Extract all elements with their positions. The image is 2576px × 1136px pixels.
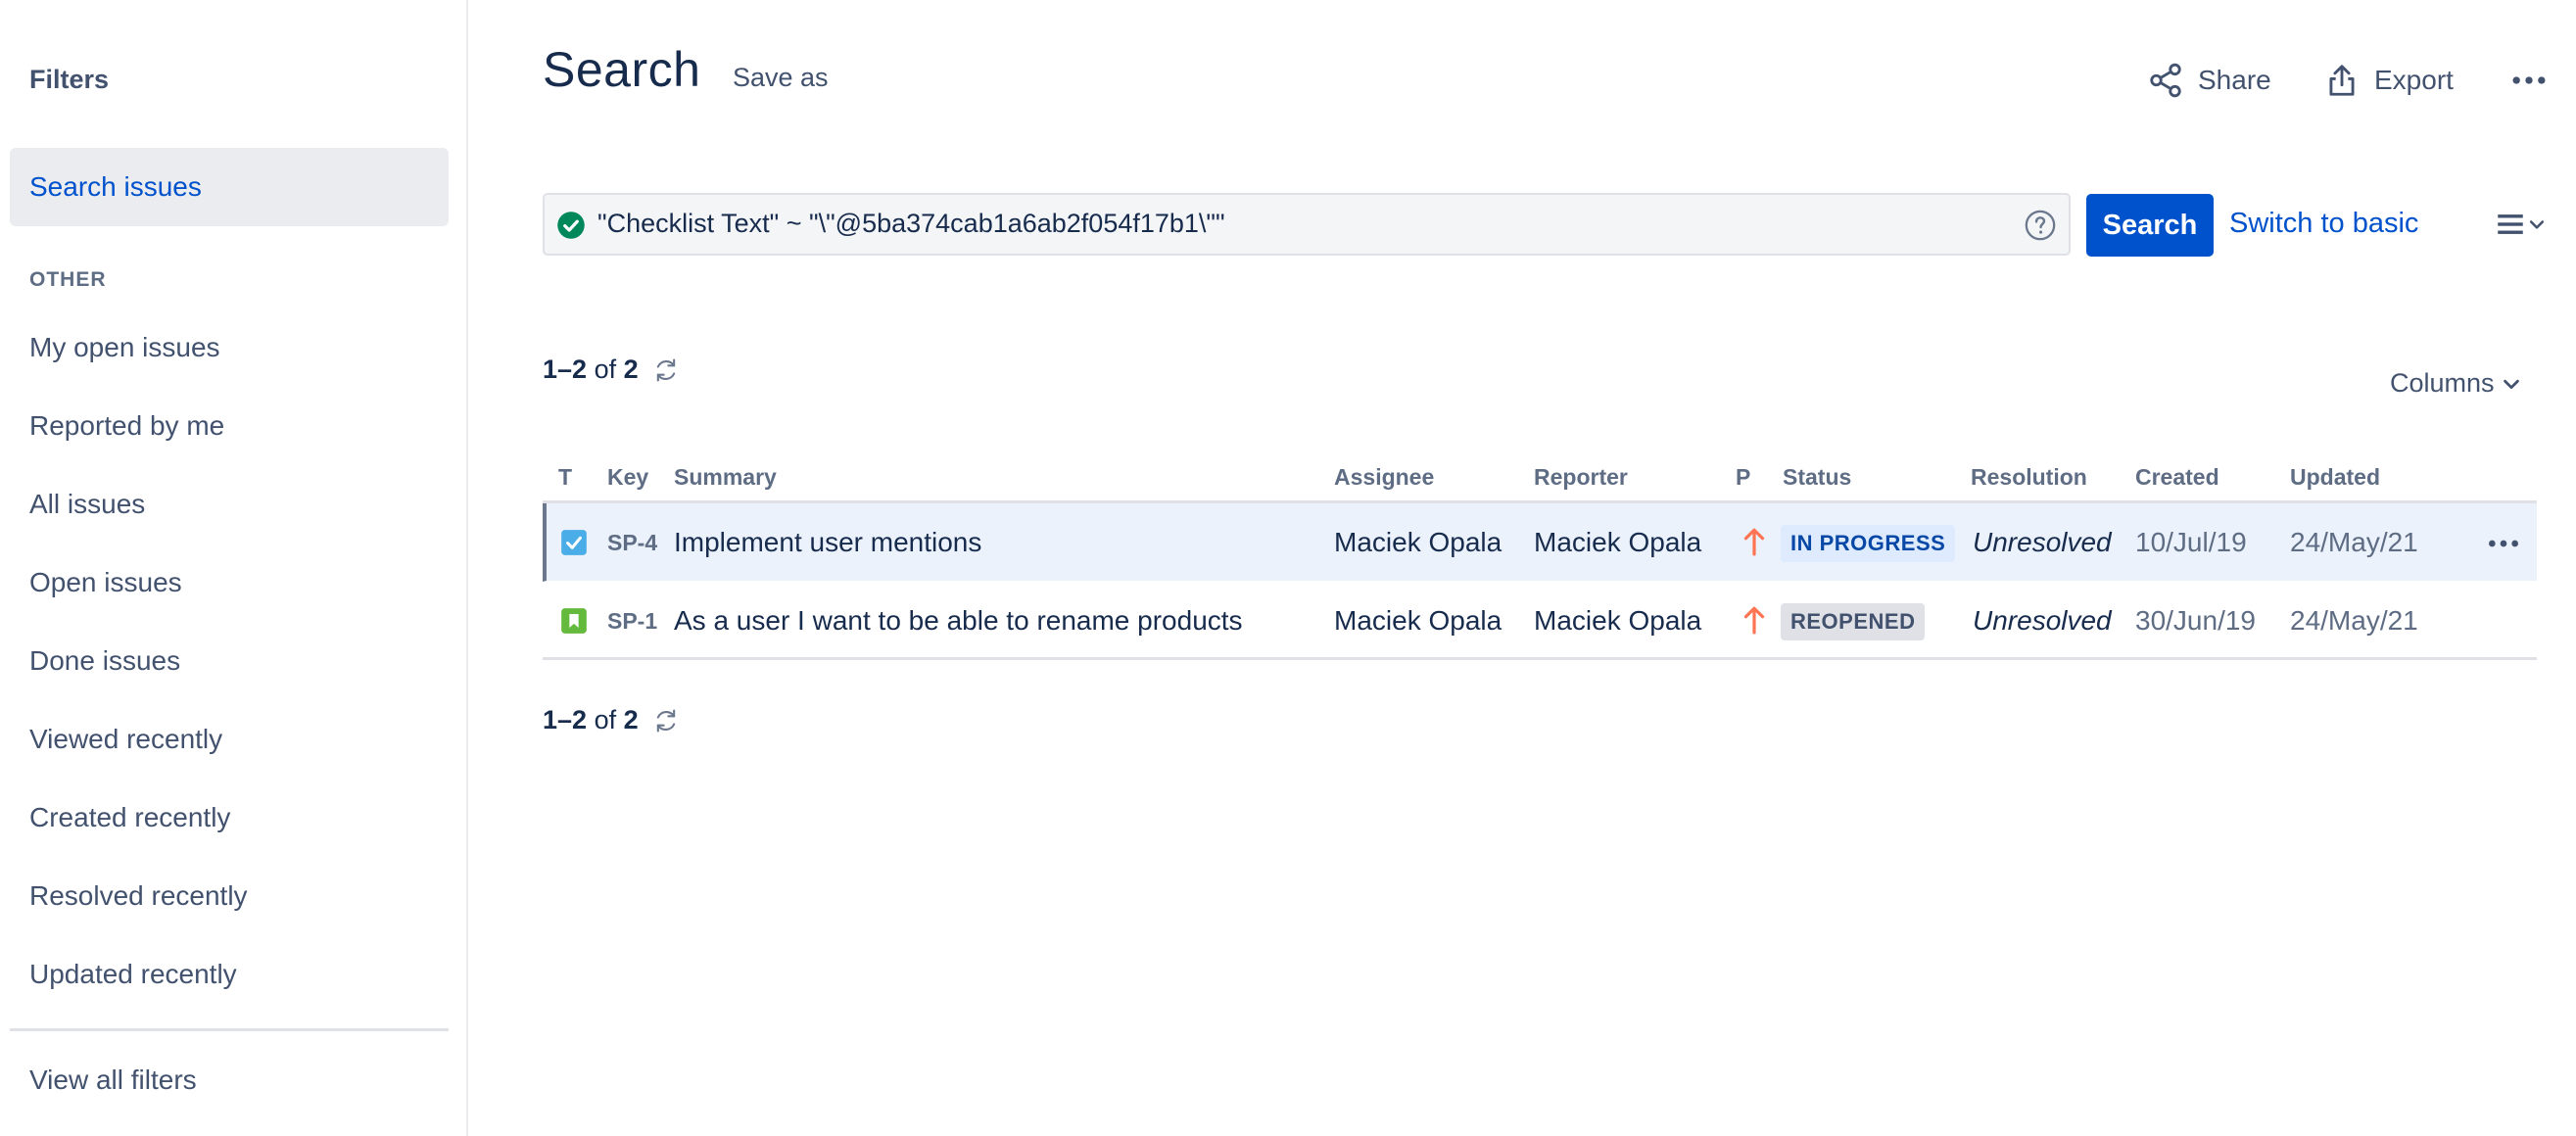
table-row[interactable]: SP-1 As a user I want to be able to rena… — [543, 582, 2537, 660]
more-actions-button[interactable] — [2507, 59, 2564, 102]
task-icon — [561, 530, 587, 555]
share-icon — [2150, 63, 2181, 98]
jql-search-input[interactable]: "Checklist Text" ~ "\"@5ba374cab1a6ab2f0… — [543, 193, 2071, 256]
view-options-button[interactable] — [2494, 208, 2547, 241]
column-header-assignee[interactable]: Assignee — [1334, 464, 1434, 491]
pagination-of: of — [594, 705, 617, 734]
issue-key-link[interactable]: SP-1 — [607, 582, 657, 660]
sidebar-item-all-issues[interactable]: All issues — [10, 465, 449, 544]
issue-updated-date: 24/May/21 — [2290, 527, 2418, 557]
check-circle-icon — [557, 212, 585, 239]
pagination-range: 1–2 — [543, 705, 588, 734]
jql-query-text[interactable]: "Checklist Text" ~ "\"@5ba374cab1a6ab2f0… — [597, 209, 1225, 239]
issue-resolution: Unresolved — [1973, 605, 2112, 636]
columns-label: Columns — [2390, 368, 2495, 398]
sidebar-item-created-recently[interactable]: Created recently — [10, 779, 449, 857]
sidebar-divider — [10, 1028, 449, 1031]
column-header-reporter[interactable]: Reporter — [1534, 464, 1628, 491]
columns-button[interactable]: Columns — [2390, 368, 2522, 399]
question-circle-icon[interactable] — [2024, 209, 2057, 242]
sidebar-item-updated-recently[interactable]: Updated recently — [10, 935, 449, 1014]
sidebar-item-viewed-recently[interactable]: Viewed recently — [10, 700, 449, 779]
sidebar-title: Filters — [29, 65, 110, 94]
story-icon — [561, 608, 587, 634]
issue-summary-link[interactable]: As a user I want to be able to rename pr… — [674, 582, 1243, 660]
sidebar-item-my-open-issues[interactable]: My open issues — [10, 308, 449, 387]
issue-resolution: Unresolved — [1973, 527, 2112, 557]
column-header-priority[interactable]: P — [1736, 464, 1750, 491]
column-header-key[interactable]: Key — [607, 464, 648, 491]
pagination-top: 1–2 of 2 — [543, 355, 680, 385]
sidebar-item-open-issues[interactable]: Open issues — [10, 544, 449, 622]
issue-created-date: 30/Jun/19 — [2135, 605, 2256, 636]
pagination-bottom: 1–2 of 2 — [543, 705, 680, 735]
save-as-button[interactable]: Save as — [733, 63, 829, 93]
filters-sidebar: Filters Search issues OTHER My open issu… — [0, 0, 468, 1136]
issue-reporter[interactable]: Maciek Opala — [1534, 582, 1701, 660]
pagination-range: 1–2 — [543, 355, 588, 384]
column-header-resolution[interactable]: Resolution — [1971, 464, 2087, 491]
priority-high-icon — [1743, 528, 1765, 556]
switch-to-basic-link[interactable]: Switch to basic — [2229, 208, 2418, 240]
chevron-down-icon — [2529, 220, 2545, 229]
issues-table: T Key Summary Assignee Reporter P Status… — [543, 454, 2537, 660]
sidebar-item-done-issues[interactable]: Done issues — [10, 622, 449, 700]
search-button[interactable]: Search — [2086, 194, 2214, 257]
main-content: Search Save as Share Export "Checklist T… — [470, 0, 2576, 1136]
view-all-filters-link[interactable]: View all filters — [10, 1041, 449, 1119]
pagination-total: 2 — [623, 705, 639, 734]
share-button[interactable]: Share — [2147, 59, 2271, 102]
issue-assignee[interactable]: Maciek Opala — [1334, 503, 1502, 582]
chevron-down-icon — [2503, 379, 2519, 389]
table-row[interactable]: SP-4 Implement user mentions Maciek Opal… — [543, 503, 2537, 582]
sidebar-item-search-issues[interactable]: Search issues — [10, 148, 449, 226]
issue-reporter[interactable]: Maciek Opala — [1534, 503, 1701, 582]
sidebar-item-resolved-recently[interactable]: Resolved recently — [10, 857, 449, 935]
row-more-icon[interactable] — [2484, 529, 2523, 558]
export-label: Export — [2374, 65, 2454, 95]
column-header-updated[interactable]: Updated — [2290, 464, 2380, 491]
pagination-total: 2 — [623, 355, 639, 384]
refresh-icon[interactable] — [652, 707, 680, 734]
column-header-created[interactable]: Created — [2135, 464, 2219, 491]
pagination-of: of — [594, 355, 617, 384]
column-header-status[interactable]: Status — [1783, 464, 1851, 491]
issue-key-link[interactable]: SP-4 — [607, 503, 657, 582]
issue-summary-link[interactable]: Implement user mentions — [674, 503, 981, 582]
export-icon — [2329, 65, 2355, 96]
list-view-icon — [2498, 214, 2523, 234]
column-header-type[interactable]: T — [558, 464, 572, 491]
issue-created-date: 10/Jul/19 — [2135, 527, 2247, 557]
issue-updated-date: 24/May/21 — [2290, 605, 2418, 636]
priority-high-icon — [1743, 606, 1765, 635]
status-badge: REOPENED — [1781, 603, 1926, 640]
sidebar-item-reported-by-me[interactable]: Reported by me — [10, 387, 449, 465]
sidebar-section-other: OTHER — [29, 268, 107, 291]
share-label: Share — [2198, 65, 2271, 95]
table-header: T Key Summary Assignee Reporter P Status… — [543, 454, 2537, 503]
more-horizontal-icon — [2512, 76, 2546, 84]
page-title: Search — [543, 42, 701, 97]
refresh-icon[interactable] — [652, 356, 680, 384]
issue-assignee[interactable]: Maciek Opala — [1334, 582, 1502, 660]
export-button[interactable]: Export — [2323, 59, 2454, 102]
status-badge: IN PROGRESS — [1781, 525, 1956, 562]
column-header-summary[interactable]: Summary — [674, 464, 777, 491]
